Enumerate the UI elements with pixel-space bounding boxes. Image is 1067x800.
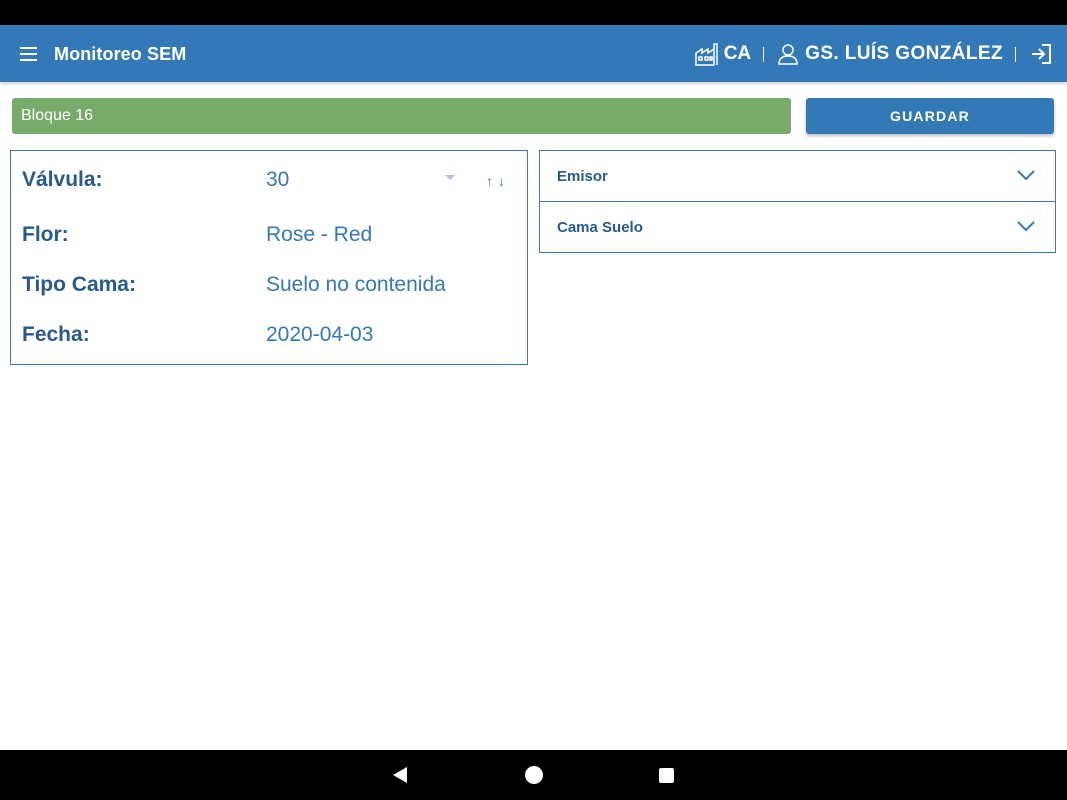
- chevron-down-icon[interactable]: [445, 175, 455, 180]
- header-divider: [1015, 46, 1016, 62]
- recent-apps-icon[interactable]: [659, 768, 674, 783]
- valve-select-value[interactable]: 30: [266, 168, 289, 192]
- flower-label: Flor:: [22, 223, 69, 246]
- date-value: 2020-04-03: [266, 323, 374, 346]
- bed-type-label: Tipo Cama:: [22, 273, 136, 296]
- app-bar: Monitoreo SEM CA GS. LUÍS GONZÁLEZ: [0, 25, 1067, 82]
- save-button[interactable]: GUARDAR: [806, 98, 1054, 134]
- accordion-emisor[interactable]: Emisor: [539, 150, 1056, 202]
- valve-label: Válvula:: [22, 168, 103, 191]
- valve-row: Válvula: 30: [22, 168, 522, 198]
- accordion-label: Cama Suelo: [557, 219, 643, 236]
- block-indicator: Bloque 16: [12, 98, 791, 134]
- date-row: Fecha: 2020-04-03: [22, 323, 522, 353]
- chevron-down-icon[interactable]: [1017, 169, 1035, 181]
- bed-type-value: Suelo no contenida: [266, 273, 446, 296]
- date-label: Fecha:: [22, 323, 90, 346]
- logout-icon[interactable]: [1029, 42, 1053, 66]
- factory-icon: [694, 43, 718, 66]
- accordion-cama-suelo[interactable]: Cama Suelo: [539, 201, 1056, 253]
- status-bar: [0, 0, 1067, 25]
- back-icon[interactable]: [393, 767, 407, 783]
- accordion-label: Emisor: [557, 168, 608, 185]
- header-right-group: CA GS. LUÍS GONZÁLEZ: [694, 39, 1053, 69]
- home-icon[interactable]: [525, 766, 543, 784]
- header-divider: [763, 46, 765, 62]
- chevron-down-icon[interactable]: [1017, 220, 1035, 232]
- app-title: Monitoreo SEM: [54, 44, 187, 64]
- flower-value: Rose - Red: [266, 223, 373, 246]
- user-name: GS. LUÍS GONZÁLEZ: [805, 43, 1003, 64]
- bed-type-row: Tipo Cama: Suelo no contenida: [22, 273, 522, 303]
- system-nav-bar: [0, 750, 1067, 800]
- valve-info-card: Válvula: 30 ↑↓ Flor: Rose - Red Tipo Cam…: [10, 150, 528, 365]
- flower-row: Flor: Rose - Red: [22, 223, 522, 253]
- sort-arrows-icon[interactable]: ↑↓: [486, 173, 510, 189]
- menu-icon[interactable]: [17, 42, 41, 66]
- location-code: CA: [723, 43, 752, 64]
- user-icon: [778, 44, 798, 65]
